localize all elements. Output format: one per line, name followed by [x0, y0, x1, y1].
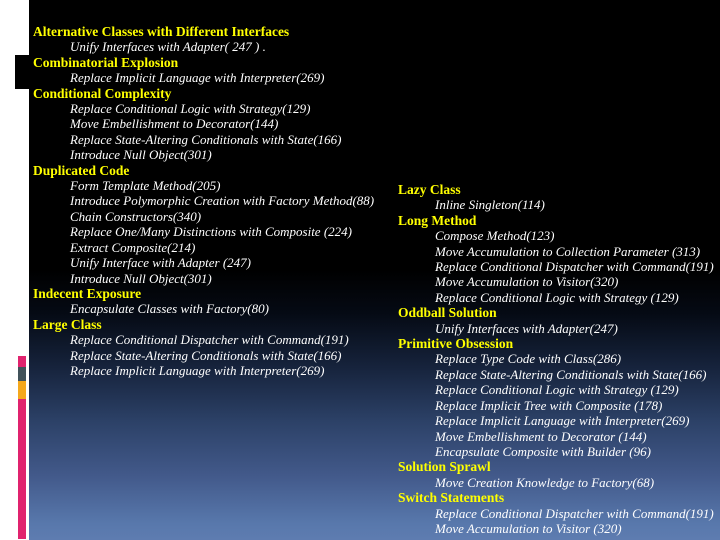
refactoring-item: Replace Conditional Logic with Strategy(… [70, 101, 311, 117]
refactoring-item: Replace Implicit Language with Interpret… [70, 362, 325, 378]
refactoring-item: Move Accumulation to Visitor (320) [435, 520, 622, 536]
smell-heading: Switch Statements [398, 490, 505, 506]
smell-heading: Combinatorial Explosion [33, 54, 179, 70]
refactoring-item: Replace State-Altering Conditionals with… [70, 131, 342, 147]
refactoring-item: Replace One/Many Distinctions with Compo… [70, 224, 352, 240]
refactoring-item: Replace Type Code with Class(286) [435, 351, 622, 367]
refactoring-item: Replace Conditional Dispatcher with Comm… [435, 259, 714, 275]
smell-heading: Solution Sprawl [398, 459, 491, 475]
refactoring-item: Encapsulate Classes with Factory(80) [70, 301, 269, 317]
refactoring-item: Introduce Polymorphic Creation with Fact… [70, 193, 375, 209]
refactoring-item: Replace Conditional Dispatcher with Comm… [435, 505, 714, 521]
refactoring-item: Unify Interfaces with Adapter( 247 ) . [70, 39, 266, 55]
right-column-content: Lazy Class Inline Singleton(114) Long Meth… [398, 0, 716, 536]
refactoring-item: Move Embellishment to Decorator(144) [70, 116, 279, 132]
refactoring-item: Move Embellishment to Decorator (144) [435, 428, 647, 444]
strip-black-box [15, 55, 29, 89]
refactoring-item: Replace Conditional Dispatcher with Comm… [70, 332, 349, 348]
smell-heading: Oddball Solution [398, 305, 497, 321]
refactoring-item: Inline Singleton(114) [435, 197, 545, 213]
refactoring-item: Replace Conditional Logic with Strategy … [435, 289, 679, 305]
smell-heading: Primitive Obsession [398, 336, 514, 352]
refactoring-item: Unify Interfaces with Adapter(247) [435, 320, 618, 336]
left-column: Alternative Classes with Different Inter… [33, 0, 393, 378]
refactoring-item: Extract Composite(214) [70, 239, 196, 255]
decor-bar-slate [18, 367, 26, 381]
refactoring-item: Replace Implicit Language with Interpret… [70, 70, 325, 86]
refactoring-item: Replace Implicit Language with Interpret… [435, 413, 690, 429]
refactoring-item: Replace Conditional Logic with Strategy … [435, 382, 679, 398]
smell-heading: Lazy Class [398, 182, 461, 197]
decor-bar-pink-top [18, 356, 26, 367]
refactoring-item: Introduce Null Object(301) [70, 270, 212, 286]
smell-heading: Large Class [33, 316, 102, 332]
smell-heading: Duplicated Code [33, 162, 130, 178]
slide-canvas: Alternative Classes with Different Inter… [0, 0, 720, 540]
smell-heading: Alternative Classes with Different Inter… [33, 24, 290, 39]
right-column: Lazy Class Inline Singleton(114) Long Meth… [398, 0, 716, 536]
refactoring-item: Form Template Method(205) [70, 178, 221, 194]
decor-bar-pink-long [18, 399, 26, 539]
smell-heading: Long Method [398, 212, 477, 228]
refactoring-item: Move Accumulation to Collection Paramete… [435, 243, 701, 259]
smell-heading: Indecent Exposure [33, 285, 142, 301]
refactoring-item: Replace State-Altering Conditionals with… [435, 366, 707, 382]
refactoring-item: Replace Implicit Tree with Composite (17… [435, 397, 663, 413]
refactoring-item: Unify Interface with Adapter (247) [70, 255, 252, 271]
decor-bar-orange [18, 381, 26, 399]
refactoring-item: Move Accumulation to Visitor(320) [435, 274, 619, 290]
refactoring-item: Compose Method(123) [435, 228, 555, 244]
refactoring-item: Move Creation Knowledge to Factory(68) [435, 474, 655, 490]
refactoring-item: Introduce Null Object(301) [70, 147, 212, 163]
refactoring-item: Encapsulate Composite with Builder (96) [435, 443, 651, 459]
smell-heading: Conditional Complexity [33, 85, 172, 101]
refactoring-item: Replace State-Altering Conditionals with… [70, 347, 342, 363]
left-column-content: Alternative Classes with Different Inter… [33, 0, 393, 378]
left-margin-strip [0, 0, 29, 540]
refactoring-item: Chain Constructors(340) [70, 208, 202, 224]
